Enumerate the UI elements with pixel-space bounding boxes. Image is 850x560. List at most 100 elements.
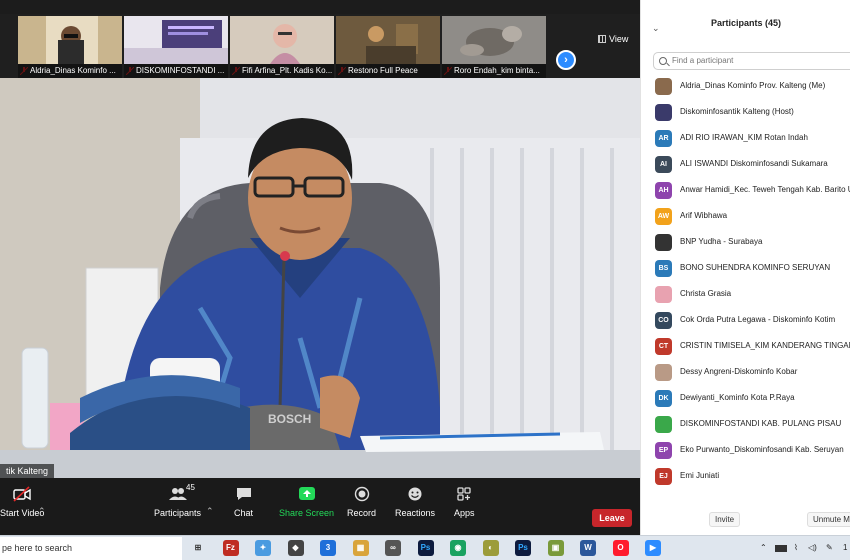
participant-video [230,16,334,64]
avatar [655,234,672,251]
avatar: AI [655,156,672,173]
taskbar-app-icon[interactable]: 3 [320,540,336,556]
participant-search-input[interactable]: Find a participant [653,52,850,70]
chat-label: Chat [234,508,254,518]
taskbar-app-icon[interactable]: ∞ [385,540,401,556]
participant-name: Eko Purwanto_Diskominfosandi Kab. Seruya… [680,445,844,454]
avatar [655,286,672,303]
participant-name: ALI ISWANDI Diskominfosandi Sukamara [680,159,828,168]
share-screen-button[interactable]: Share Screen [279,486,334,518]
chat-button[interactable]: Chat [234,486,253,518]
taskbar-app-icon[interactable]: ▦ [352,540,369,556]
avatar: AW [655,208,672,225]
clock-text[interactable]: 1 [843,543,847,552]
participant-name: Cok Orda Putra Legawa - Diskominfo Kotim [680,315,836,324]
participant-row[interactable]: AW Arif Wibhawa [641,204,850,230]
tray-chevron-icon[interactable]: ⌃ [760,543,767,552]
video-off-icon [13,486,31,502]
participant-video [124,16,228,64]
participant-thumbnail[interactable]: Restono Full Peace [336,16,440,78]
participant-row[interactable]: CT CRISTIN TIMISELA_KIM KANDERANG TINGANG [641,334,850,360]
banner-image [124,16,228,64]
svg-text:BOSCH: BOSCH [268,412,311,426]
avatar: BS [655,260,672,277]
network-icon[interactable]: ⌇ [794,543,798,552]
record-icon [354,486,369,502]
taskbar-app-icon[interactable]: ▶ [645,540,661,556]
avatar: EJ [655,468,672,485]
participant-name: DISKOMINFOSTANDI KAB. PULANG PISAU [680,419,842,428]
taskbar-app-icon[interactable]: Ps [515,540,531,556]
participant-row[interactable]: EP Eko Purwanto_Diskominfosandi Kab. Seru… [641,438,850,464]
participant-row[interactable]: DK Dewiyanti_Kominfo Kota P.Raya [641,386,850,412]
participant-name: Emi Juniati [680,471,720,480]
participant-row[interactable]: Aldria_Dinas Kominfo Prov. Kalteng (Me) [641,74,850,100]
participant-row[interactable]: Diskominfosantik Kalteng (Host) [641,100,850,126]
thumbnail-name: DISKOMINFOSTANDI ... [124,64,228,78]
participant-thumbnail[interactable]: DISKOMINFOSTANDI ... [124,16,228,78]
participant-row[interactable]: Christa Grasia [641,282,850,308]
cat-image [442,16,546,64]
thumbnail-name: Fifi Arfina_Plt. Kadis Ko... [230,64,334,78]
avatar: AH [655,182,672,199]
active-speaker-video: BOSCH tik Kalteng [0,78,640,478]
avatar: CT [655,338,672,355]
participant-row[interactable]: BNP Yudha - Surabaya [641,230,850,256]
participant-name: Arif Wibhawa [680,211,728,220]
record-button[interactable]: Record [347,486,376,518]
taskbar-search-box[interactable]: pe here to search [0,537,182,560]
taskbar-app-icon[interactable]: O [612,540,629,556]
avatar: CO [655,312,672,329]
taskbar-app-icon[interactable]: ◆ [287,540,304,556]
avatar: AR [655,130,672,147]
avatar: DK [655,390,672,407]
participant-row[interactable]: BS BONO SUHENDRA KOMINFO SERUYAN [641,256,850,282]
taskbar-app-icon[interactable]: Fz [222,540,239,556]
participant-thumbnail[interactable]: Fifi Arfina_Plt. Kadis Ko... [230,16,334,78]
taskbar-app-icon[interactable]: ◐ [482,540,499,556]
taskbar-app-icon[interactable]: ⊞ [190,540,206,556]
windows-taskbar: pe here to search ⊞ Fz ✦ ◆ 3 ▦ ∞ Ps ◉ ◐ Ps ▣ W O ▶ ⌃ ⌇… [0,535,850,560]
view-button[interactable]: View [598,34,628,44]
video-options-caret[interactable]: ⌃ [38,506,46,517]
apps-button[interactable]: Apps [454,486,475,518]
participant-thumbnail[interactable]: Roro Endah_kim binta... [442,16,546,78]
participants-panel: ⌄ Participants (45) Find a participant A… [640,0,850,535]
pen-icon[interactable]: ✎ [826,543,833,552]
thumbnail-name: Roro Endah_kim binta... [442,64,546,78]
unmute-me-button[interactable]: Unmute Me [807,512,850,527]
apps-label: Apps [454,508,475,518]
participant-row[interactable]: AR ADI RIO IRAWAN_KIM Rotan Indah [641,126,850,152]
leave-button[interactable]: Leave [592,509,632,527]
participants-options-caret[interactable]: ⌃ [206,506,214,517]
participant-row[interactable]: DISKOMINFOSTANDI KAB. PULANG PISAU [641,412,850,438]
taskbar-app-icon[interactable]: W [580,540,596,556]
avatar [655,78,672,95]
participant-name: Dessy Angreni-Diskominfo Kobar [680,367,798,376]
participant-row[interactable]: AI ALI ISWANDI Diskominfosandi Sukamara [641,152,850,178]
grid-view-icon [598,35,606,43]
taskbar-app-icon[interactable]: Ps [417,540,434,556]
invite-button[interactable]: Invite [709,512,741,527]
participants-icon [168,488,187,500]
search-icon [659,57,667,65]
participant-name: BONO SUHENDRA KOMINFO SERUYAN [680,263,831,272]
share-screen-label: Share Screen [279,508,335,518]
speaker-scene: BOSCH [0,78,640,478]
participant-thumbnail[interactable]: Aldria_Dinas Kominfo ... [18,16,122,78]
panel-footer: Invite Unmute Me [641,505,850,535]
volume-icon[interactable]: ◁) [808,543,817,552]
participants-count: 45 [186,483,195,492]
taskbar-app-icon[interactable]: ◉ [450,540,466,556]
taskbar-app-icon[interactable]: ✦ [255,540,271,556]
battery-icon[interactable] [775,545,787,552]
reactions-button[interactable]: Reactions [395,486,435,518]
taskbar-app-icon[interactable]: ▣ [547,540,564,556]
participant-row[interactable]: CO Cok Orda Putra Legawa - Diskominfo Kot… [641,308,850,334]
room-image [336,16,440,64]
participant-row[interactable]: EJ Emi Juniati [641,464,850,490]
participant-name: ADI RIO IRAWAN_KIM Rotan Indah [680,133,808,142]
participant-row[interactable]: AH Anwar Hamidi_Kec. Teweh Tengah Kab. Ba… [641,178,850,204]
participant-row[interactable]: Dessy Angreni-Diskominfo Kobar [641,360,850,386]
next-page-button[interactable]: › [556,50,576,70]
